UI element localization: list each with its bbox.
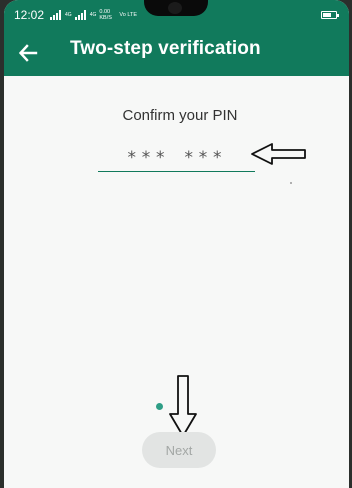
pin-input[interactable] xyxy=(98,147,255,168)
network-type-label: 4G xyxy=(89,11,97,18)
app-bar: Two-step verification xyxy=(4,30,349,76)
hand-drawn-arrow-left-icon xyxy=(251,143,306,165)
network-speed: 0.00 KB/S xyxy=(99,9,112,21)
main-content: Confirm your PIN Next xyxy=(4,76,349,488)
signal-icon xyxy=(50,10,62,20)
page-title: Two-step verification xyxy=(70,38,261,59)
back-button[interactable] xyxy=(14,39,42,67)
arrow-left-icon xyxy=(18,44,38,62)
hand-drawn-arrow-down-icon xyxy=(169,375,197,437)
signal-icon xyxy=(74,10,86,20)
next-button[interactable]: Next xyxy=(142,432,216,468)
screen-speck xyxy=(290,182,292,184)
volte-label: Vo LTE xyxy=(119,12,138,18)
progress-dot xyxy=(156,403,163,410)
status-time: 12:02 xyxy=(14,8,45,22)
confirm-pin-label: Confirm your PIN xyxy=(122,107,238,124)
pin-field[interactable] xyxy=(98,144,255,172)
network-type-label: 4G xyxy=(65,11,72,18)
camera-notch xyxy=(144,0,208,16)
battery-icon xyxy=(321,11,339,19)
phone-screen: 12:02 4G 4G 0.00 KB/S Vo LTE Two-step ve… xyxy=(4,0,349,488)
